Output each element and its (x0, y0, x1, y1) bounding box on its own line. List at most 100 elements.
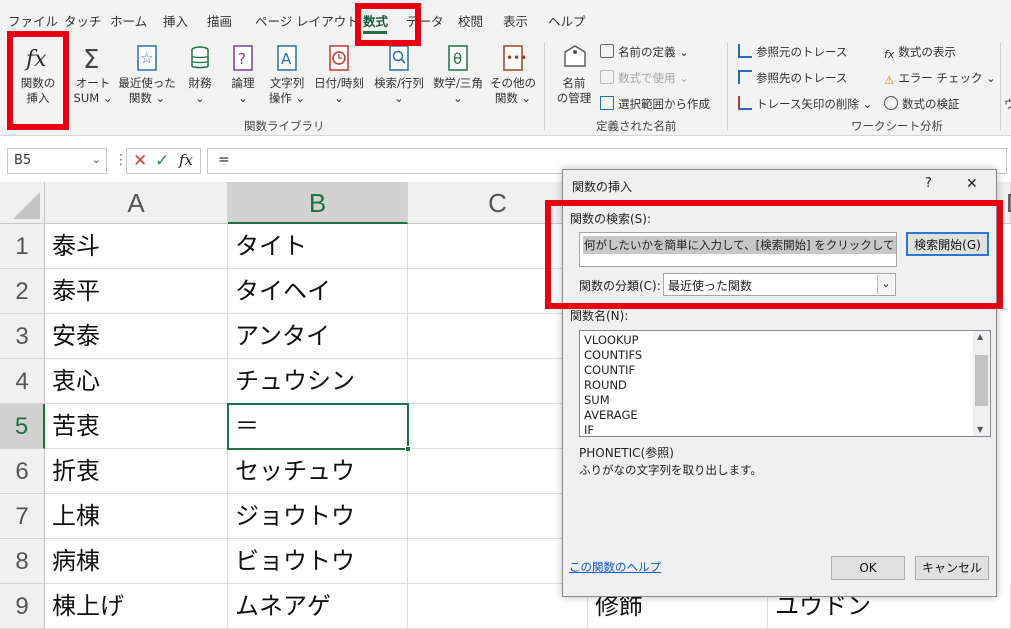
cell-a9[interactable]: 棟上げ (45, 584, 228, 629)
trace-precedents-button[interactable]: 参照元のトレース (738, 44, 847, 60)
cell-a4[interactable]: 衷心 (45, 359, 228, 404)
recently-used-button[interactable]: ☆ 最近使った 関数 ⌄ (117, 42, 177, 106)
cell-c4[interactable] (408, 359, 588, 404)
fill-handle[interactable] (405, 446, 411, 452)
evaluate-formula-icon (884, 96, 898, 110)
evaluate-formula-button[interactable]: 数式の検証 (884, 96, 960, 112)
cell-a8[interactable]: 病棟 (45, 539, 228, 584)
error-checking-button[interactable]: ⚠ エラー チェック ⌄ (884, 70, 996, 87)
row-header-5[interactable]: 5 (0, 404, 45, 449)
fx-button[interactable]: fx (179, 151, 193, 169)
more-functions-button[interactable]: ••• その他の 関数 ⌄ (488, 42, 538, 106)
function-list[interactable]: VLOOKUP COUNTIFS COUNTIF ROUND SUM AVERAGE IF … (579, 330, 991, 437)
cell-b7[interactable]: ジョウトウ (228, 494, 408, 539)
remove-arrows-button[interactable]: トレース矢印の削除 ⌄ (738, 96, 872, 112)
group-label-names: 定義された名前 (596, 119, 677, 133)
name-manager-label-1: 名前 (562, 76, 586, 90)
math-trig-label-1: 数学/三角 (433, 76, 483, 90)
lookup-label-1: 検索/行列 (374, 76, 424, 90)
row-header-2[interactable]: 2 (0, 269, 45, 314)
tab-insert[interactable]: 挿入 (163, 11, 188, 30)
cell-a7[interactable]: 上棟 (45, 494, 228, 539)
function-list-item[interactable]: IF (584, 423, 594, 438)
cell-c9[interactable] (408, 584, 588, 629)
cell-b8[interactable]: ビョウトウ (228, 539, 408, 584)
lookup-button[interactable]: 検索/行列 ⌄ (370, 42, 428, 106)
math-trig-button[interactable]: θ 数学/三角 ⌄ (429, 42, 487, 106)
cell-a3[interactable]: 安泰 (45, 314, 228, 359)
tab-home[interactable]: ホーム (110, 11, 147, 30)
cell-a6[interactable]: 折衷 (45, 449, 228, 494)
row-header-4[interactable]: 4 (0, 359, 45, 404)
cell-c8[interactable] (408, 539, 588, 584)
cell-c7[interactable] (408, 494, 588, 539)
cell-a1[interactable]: 泰斗 (45, 224, 228, 269)
cell-b4[interactable]: チュウシン (228, 359, 408, 404)
text-functions-button[interactable]: A 文字列 操作 ⌄ (265, 42, 309, 106)
datetime-button[interactable]: 日付/時刻 ⌄ (310, 42, 368, 106)
cell-b2[interactable]: タイヘイ (228, 269, 408, 314)
row-header-3[interactable]: 3 (0, 314, 45, 359)
cell-c6[interactable] (408, 449, 588, 494)
scroll-thumb[interactable] (975, 355, 988, 406)
define-name-button[interactable]: 名前の定義 ⌄ (600, 44, 689, 60)
tab-file[interactable]: ファイル (8, 11, 58, 30)
cell-b1[interactable]: タイト (228, 224, 408, 269)
create-from-selection-button[interactable]: 選択範囲から作成 (600, 96, 710, 112)
row-header-8[interactable]: 8 (0, 539, 45, 584)
tab-help[interactable]: ヘルプ (548, 11, 586, 30)
group-label-library: 関数ライブラリ (244, 119, 325, 133)
column-header-a[interactable]: A (45, 182, 228, 224)
cell-c5[interactable] (408, 404, 588, 449)
tab-page-layout[interactable]: ページ レイアウト (255, 11, 359, 30)
tab-touch[interactable]: タッチ (64, 11, 102, 30)
logical-label-1: 論理 (231, 76, 255, 90)
name-manager-button[interactable]: 名前 の管理 (552, 42, 596, 106)
datetime-label-2: ⌄ (334, 91, 344, 105)
function-list-item[interactable]: AVERAGE (584, 408, 638, 423)
ok-button[interactable]: OK (831, 556, 905, 580)
function-list-item[interactable]: COUNTIFS (584, 348, 642, 363)
row-header-1[interactable]: 1 (0, 224, 45, 269)
check-icon[interactable]: ✓ (155, 151, 169, 171)
help-icon[interactable]: ? (925, 176, 932, 191)
name-manager-label-2: の管理 (556, 91, 592, 105)
row-header-7[interactable]: 7 (0, 494, 45, 539)
function-help-link[interactable]: この関数のヘルプ (569, 559, 661, 575)
select-all-corner[interactable] (0, 182, 45, 224)
financial-button[interactable]: 財務 ⌄ (180, 42, 220, 106)
cell-b6[interactable]: セッチュウ (228, 449, 408, 494)
function-list-item[interactable]: ROUND (584, 378, 627, 393)
cancel-icon[interactable]: ✕ (133, 151, 147, 171)
row-header-6[interactable]: 6 (0, 449, 45, 494)
ribbon-cutoff-item[interactable]: ウ (1004, 96, 1011, 112)
theta-book-icon: θ (448, 45, 468, 71)
cell-a5[interactable]: 苦衷 (45, 404, 228, 449)
chevron-down-icon[interactable]: ⌄ (92, 153, 101, 166)
close-icon[interactable]: ✕ (966, 176, 978, 192)
autosum-label-1: オート (75, 76, 111, 90)
row-header-9[interactable]: 9 (0, 584, 45, 629)
cell-b3[interactable]: アンタイ (228, 314, 408, 359)
cell-b9[interactable]: ムネアゲ (228, 584, 408, 629)
scroll-down-icon[interactable]: ▼ (977, 425, 983, 434)
cell-a2[interactable]: 泰平 (45, 269, 228, 314)
cancel-button[interactable]: キャンセル (915, 556, 989, 580)
create-from-selection-label: 選択範囲から作成 (618, 97, 710, 111)
tab-review[interactable]: 校閲 (458, 11, 483, 30)
show-formulas-button[interactable]: fx 数式の表示 (884, 44, 956, 62)
trace-dependents-button[interactable]: 参照先のトレース (738, 70, 847, 86)
list-scrollbar[interactable]: ▲ ▼ (973, 331, 990, 436)
logical-button[interactable]: ? 論理 ⌄ (223, 42, 263, 106)
function-list-item[interactable]: COUNTIF (584, 363, 635, 378)
tab-draw[interactable]: 描画 (207, 11, 232, 30)
function-list-item[interactable]: SUM (584, 393, 610, 408)
name-box[interactable]: B5 ⌄ (7, 148, 107, 174)
autosum-button[interactable]: Σ オート SUM ⌄ (70, 42, 116, 106)
function-list-item[interactable]: VLOOKUP (584, 333, 639, 348)
scroll-up-icon[interactable]: ▲ (977, 332, 983, 341)
cell-c3[interactable] (408, 314, 588, 359)
use-in-formula-button[interactable]: 数式で使用 ⌄ (600, 70, 689, 86)
tab-view[interactable]: 表示 (503, 11, 528, 30)
column-header-b[interactable]: B (228, 182, 408, 224)
